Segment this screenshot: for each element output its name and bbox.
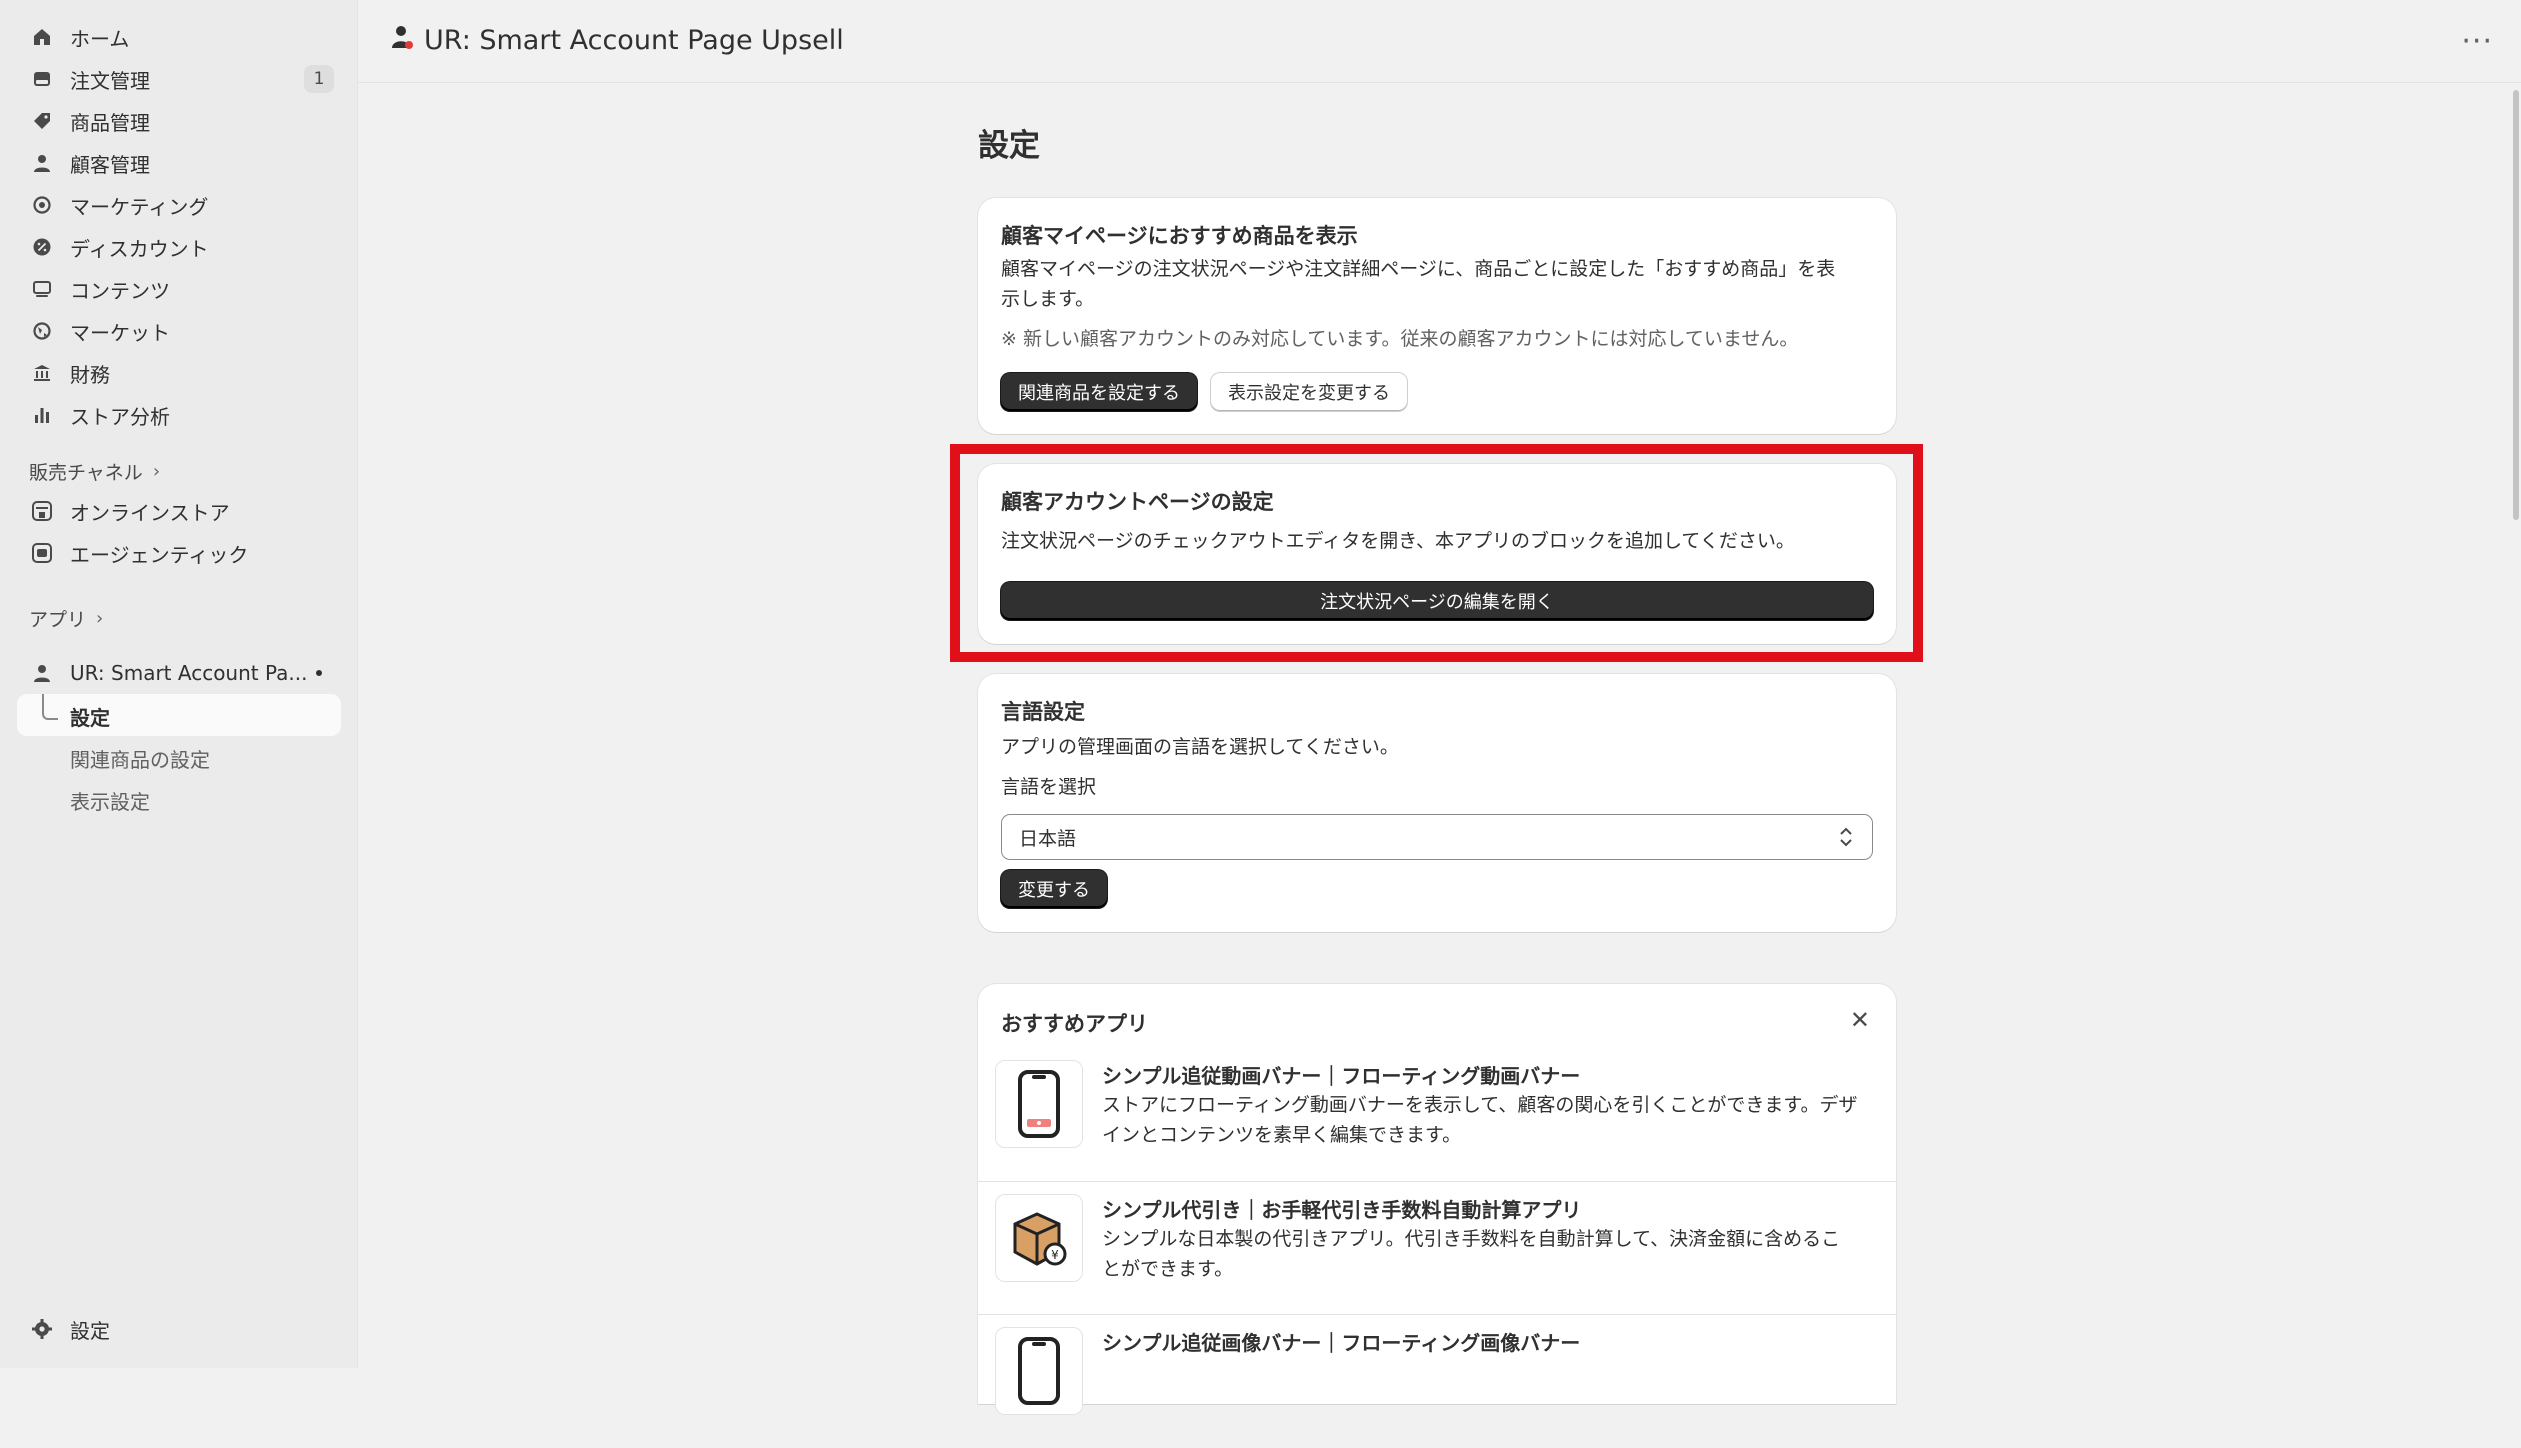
- sidebar-item-label: 商品管理: [70, 110, 150, 135]
- store-icon: [30, 499, 54, 523]
- globe-icon: [30, 319, 54, 343]
- change-display-settings-button[interactable]: 表示設定を変更する: [1211, 373, 1407, 411]
- svg-text:¥: ¥: [1051, 1248, 1059, 1262]
- sidebar-item-orders[interactable]: 注文管理 1: [0, 58, 358, 100]
- card-note: ※ 新しい顧客アカウントのみ対応しています。従来の顧客アカウントには対応していま…: [1001, 328, 1799, 350]
- chevron-right-icon: ›: [152, 461, 161, 482]
- sidebar-item-label: エージェンティック: [70, 542, 249, 567]
- sidebar-item-label: オンラインストア: [70, 500, 230, 525]
- chevron-up-down-icon: [1838, 826, 1854, 853]
- apps-label: アプリ: [29, 609, 87, 631]
- sidebar-item-label: ストア分析: [70, 404, 170, 429]
- card-description-line2: 示します。: [1001, 288, 1095, 310]
- card-description-line1: 顧客マイページの注文状況ページや注文詳細ページに、商品ごとに設定した「おすすめ商…: [1001, 258, 1836, 280]
- main-nav: ホーム 注文管理 1 商品管理 顧客管理 マーケティング ディスカウント コンテ…: [0, 16, 358, 436]
- chart-bar-icon: [30, 403, 54, 427]
- more-actions-button[interactable]: ···: [2461, 24, 2493, 59]
- sidebar-item-label: ディスカウント: [70, 236, 209, 261]
- set-related-products-button[interactable]: 関連商品を設定する: [1001, 373, 1197, 411]
- tree-connector: [42, 694, 58, 720]
- app-title: シンプル代引き｜お手軽代引き手数料自動計算アプリ: [1102, 1198, 1582, 1222]
- recommend-products-card: 顧客マイページにおすすめ商品を表示 顧客マイページの注文状況ページや注文詳細ペー…: [978, 198, 1896, 434]
- agentic-icon: [30, 541, 54, 565]
- target-icon: [30, 193, 54, 217]
- sidebar-item-products[interactable]: 商品管理: [0, 100, 358, 142]
- recommended-apps-card: おすすめアプリ ✕ シンプル追従動画バナー｜フローティング動画バナー ストアにフ…: [978, 984, 1896, 1415]
- highlight-frame: [950, 444, 1923, 662]
- content-icon: [30, 277, 54, 301]
- sidebar-item-label: マーケット: [70, 320, 170, 345]
- sidebar-item-customers[interactable]: 顧客管理: [0, 142, 358, 184]
- close-icon[interactable]: ✕: [1850, 1006, 1870, 1034]
- sidebar-item-label: 顧客管理: [70, 152, 150, 177]
- card-title: 顧客マイページにおすすめ商品を表示: [1001, 224, 1358, 248]
- app-title: UR: Smart Account Page Upsell: [424, 25, 844, 56]
- language-select[interactable]: 日本語: [1001, 814, 1873, 860]
- sidebar-item-label: 設定: [70, 1318, 110, 1343]
- sidebar-subitem-display[interactable]: 表示設定: [70, 786, 150, 815]
- tag-icon: [30, 109, 54, 133]
- app-description-line1: ストアにフローティング動画バナーを表示して、顧客の関心を引くことができます。デザ: [1102, 1094, 1858, 1116]
- sidebar-item-label: 財務: [70, 362, 110, 387]
- gear-icon: [30, 1317, 54, 1341]
- bank-icon: [30, 361, 54, 385]
- sidebar-item-label: UR: Smart Account Pa...: [70, 661, 308, 685]
- sidebar-item-label: ホーム: [70, 26, 130, 51]
- sales-channels-header[interactable]: 販売チャネル ›: [29, 458, 160, 485]
- language-settings-card: 言語設定 アプリの管理画面の言語を選択してください。 言語を選択 日本語 変更す…: [978, 674, 1896, 932]
- box-yen-icon: ¥: [995, 1194, 1083, 1282]
- discount-icon: [30, 235, 54, 259]
- app-person-icon: [390, 24, 414, 57]
- sidebar-item-markets[interactable]: マーケット: [0, 310, 358, 352]
- sidebar-item-discounts[interactable]: ディスカウント: [0, 226, 358, 268]
- sidebar-item-content[interactable]: コンテンツ: [0, 268, 358, 310]
- app-description-line2: とができます。: [1102, 1258, 1234, 1280]
- pin-dot-icon: [316, 670, 322, 676]
- card-title: おすすめアプリ: [1001, 1012, 1148, 1036]
- app-title: シンプル追従動画バナー｜フローティング動画バナー: [1102, 1064, 1581, 1088]
- app-header: UR: Smart Account Page Upsell: [390, 24, 844, 57]
- sidebar: ホーム 注文管理 1 商品管理 顧客管理 マーケティング ディスカウント コンテ…: [0, 0, 358, 1368]
- sidebar-item-label: コンテンツ: [70, 278, 170, 303]
- app-title: シンプル追従画像バナー｜フローティング画像バナー: [1102, 1331, 1581, 1355]
- sidebar-item-home[interactable]: ホーム: [0, 16, 358, 58]
- sidebar-item-label: 注文管理: [70, 68, 150, 93]
- list-item[interactable]: シンプル追従画像バナー｜フローティング画像バナー: [978, 1314, 1896, 1448]
- language-select-value: 日本語: [1019, 827, 1077, 850]
- sales-channels-label: 販売チャネル: [29, 462, 143, 484]
- sidebar-item-marketing[interactable]: マーケティング: [0, 184, 358, 226]
- sidebar-item-analytics[interactable]: ストア分析: [0, 394, 358, 436]
- page-title: 設定: [978, 128, 1040, 164]
- sidebar-subitem-related-products[interactable]: 関連商品の設定: [70, 744, 210, 773]
- app-description-line1: シンプルな日本製の代引きアプリ。代引き手数料を自動計算して、決済金額に含めるこ: [1102, 1228, 1841, 1250]
- apps-header[interactable]: アプリ ›: [29, 605, 103, 632]
- person-icon: [30, 151, 54, 175]
- scrollbar-thumb[interactable]: [2513, 90, 2519, 520]
- orders-icon: [30, 67, 54, 91]
- app-person-icon: [30, 661, 54, 685]
- selected-item-highlight: [17, 694, 341, 736]
- card-description: アプリの管理画面の言語を選択してください。: [1001, 736, 1399, 758]
- sidebar-item-online-store[interactable]: オンラインストア: [0, 490, 358, 532]
- sidebar-item-app[interactable]: UR: Smart Account Pa...: [0, 652, 358, 694]
- sidebar-item-settings[interactable]: 設定: [0, 1308, 358, 1350]
- sidebar-item-agentic[interactable]: エージェンティック: [0, 532, 358, 574]
- app-description-line2: インとコンテンツを素早く編集できます。: [1102, 1124, 1462, 1146]
- list-item[interactable]: ¥ シンプル代引き｜お手軽代引き手数料自動計算アプリ シンプルな日本製の代引きア…: [978, 1181, 1896, 1315]
- language-select-label: 言語を選択: [1001, 776, 1097, 798]
- phone-video-icon: [995, 1060, 1083, 1148]
- change-language-button[interactable]: 変更する: [1001, 870, 1107, 908]
- chevron-right-icon: ›: [96, 608, 104, 629]
- phone-image-icon: [995, 1327, 1083, 1415]
- orders-count-badge: 1: [304, 65, 334, 93]
- sidebar-item-finance[interactable]: 財務: [0, 352, 358, 394]
- card-title: 言語設定: [1001, 700, 1085, 724]
- sidebar-item-label: マーケティング: [70, 194, 209, 219]
- home-icon: [30, 25, 54, 49]
- sidebar-subitem-settings[interactable]: 設定: [70, 702, 110, 731]
- list-item[interactable]: シンプル追従動画バナー｜フローティング動画バナー ストアにフローティング動画バナ…: [978, 1048, 1896, 1181]
